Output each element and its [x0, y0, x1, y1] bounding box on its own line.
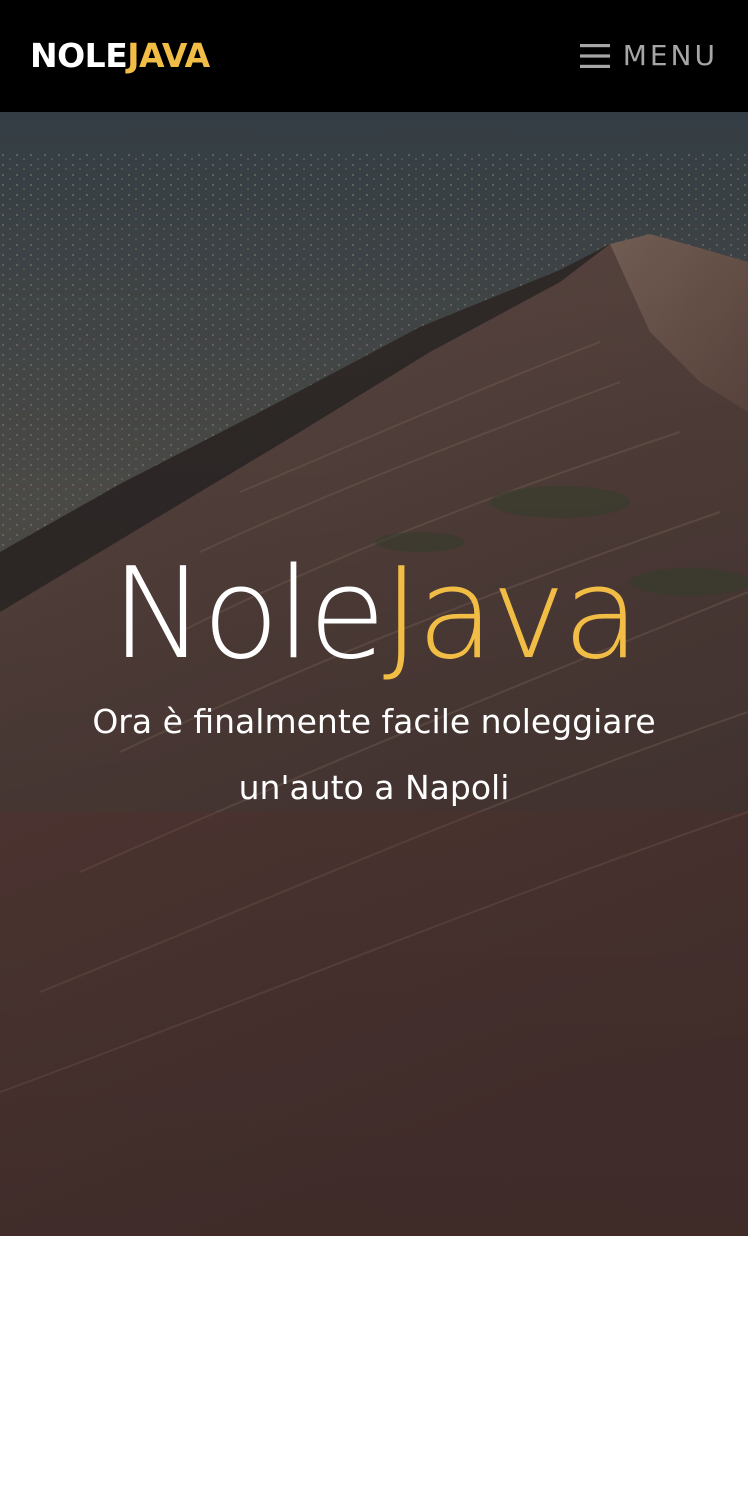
hero-title-java: Java [382, 540, 640, 687]
logo-part-java: JAVA [127, 36, 210, 75]
menu-label: MENU [622, 39, 718, 72]
hamburger-icon [579, 42, 610, 70]
hero-title: NoleJava [0, 539, 748, 689]
logo-part-nole: NOLE [30, 36, 128, 75]
hero-subtitle: Ora è finalmente facile noleggiare un'au… [92, 702, 656, 807]
hero-title-nole: Nole [110, 540, 386, 687]
site-header: NOLEJAVA MENU [0, 0, 748, 112]
menu-button[interactable]: MENU [579, 36, 718, 76]
hero-section: NoleJava Ora è finalmente facile noleggi… [0, 112, 748, 1236]
site-logo[interactable]: NOLEJAVA [30, 34, 210, 78]
